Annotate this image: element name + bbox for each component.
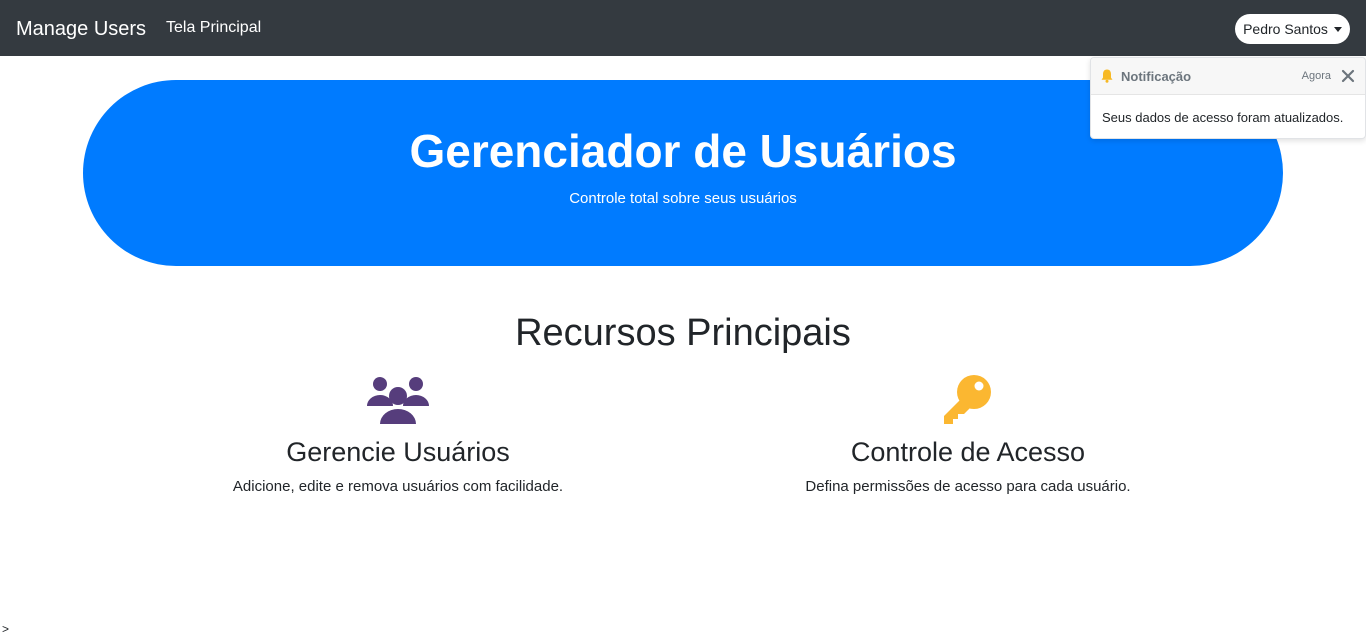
feature-access-control: Controle de Acesso Defina permissões de … (718, 372, 1218, 496)
features-title: Recursos Principais (515, 312, 851, 354)
nav-link-home[interactable]: Tela Principal (166, 17, 261, 39)
caret-down-icon (1333, 27, 1342, 32)
user-name: Pedro Santos (1243, 21, 1328, 37)
toast-message: Seus dados de acesso foram atualizados. (1102, 110, 1344, 125)
notification-toast: Notificação Agora Seus dados de acesso f… (1090, 57, 1366, 139)
close-icon[interactable] (1341, 69, 1355, 83)
user-dropdown-button[interactable]: Pedro Santos (1235, 14, 1350, 44)
key-icon (944, 375, 991, 424)
toast-title: Notificação (1121, 68, 1192, 84)
feature-description: Adicione, edite e remova usuários com fa… (232, 478, 564, 495)
stray-text: > (2, 622, 10, 636)
feature-title: Controle de Acesso (850, 437, 1086, 467)
feature-manage-users: Gerencie Usuários Adicione, edite e remo… (148, 372, 648, 496)
hero-subtitle: Controle total sobre seus usuários (569, 190, 797, 207)
navbar-brand[interactable]: Manage Users (16, 15, 146, 43)
users-icon (367, 377, 429, 424)
bell-icon (1101, 69, 1113, 83)
navbar: Manage Users Tela Principal Pedro Santos (0, 0, 1366, 56)
feature-title: Gerencie Usuários (286, 437, 510, 467)
feature-description: Defina permissões de acesso para cada us… (805, 478, 1131, 495)
toast-header: Notificação Agora (1091, 58, 1365, 95)
toast-time: Agora (1301, 70, 1331, 82)
